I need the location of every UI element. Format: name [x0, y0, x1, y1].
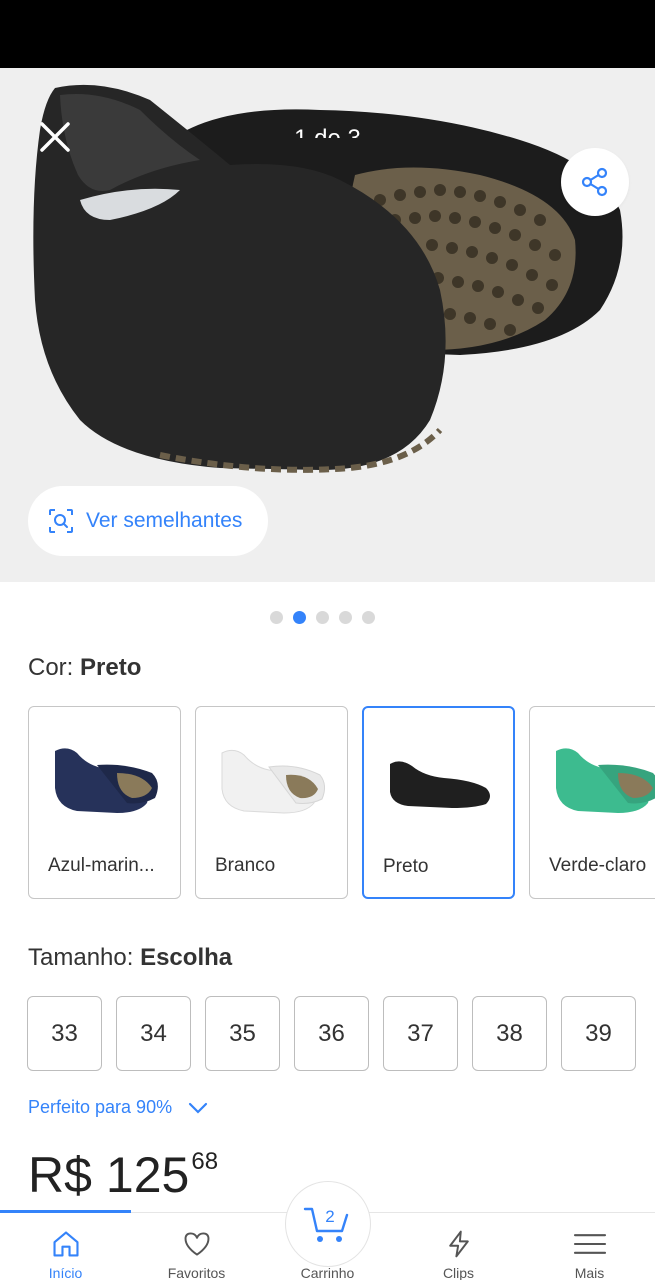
price-currency: R$: [28, 1147, 92, 1203]
tab-inicio[interactable]: Início: [0, 1213, 131, 1280]
size-options: 33 34 35 36 37 38 39: [27, 996, 636, 1071]
cart-icon: 2: [303, 1207, 349, 1242]
color-option-label: Branco: [215, 855, 276, 876]
pagination-dot[interactable]: [362, 611, 375, 624]
menu-icon: [573, 1234, 606, 1254]
color-thumbnail: [556, 748, 655, 813]
size-label-prefix: Tamanho:: [28, 944, 134, 971]
home-icon: [52, 1231, 79, 1257]
tab-mais[interactable]: Mais: [524, 1213, 655, 1280]
price-cents: 68: [191, 1148, 219, 1175]
pagination-dot[interactable]: [316, 611, 329, 624]
similar-products-label: Ver semelhantes: [86, 509, 243, 532]
color-option-label: Preto: [383, 856, 429, 877]
color-thumbnail: [390, 761, 490, 808]
size-option-33[interactable]: 33: [27, 996, 102, 1071]
size-option-39[interactable]: 39: [561, 996, 636, 1071]
fit-info-label: Perfeito para 90%: [28, 1097, 173, 1117]
price-integer: 125: [105, 1147, 190, 1203]
size-option-35[interactable]: 35: [205, 996, 280, 1071]
similar-products-button[interactable]: Ver semelhantes: [28, 486, 269, 556]
selected-size-value: Escolha: [140, 944, 233, 971]
heart-icon: [184, 1232, 209, 1256]
tab-label: Mais: [574, 1265, 605, 1280]
share-button[interactable]: [561, 148, 629, 216]
chevron-down-icon: [188, 1102, 208, 1114]
pagination-dot-active[interactable]: [293, 611, 306, 624]
gallery-pagination: [270, 611, 375, 624]
size-option-37[interactable]: 37: [383, 996, 458, 1071]
color-option-branco[interactable]: Branco: [195, 706, 348, 899]
cart-count: 2: [325, 1207, 334, 1226]
color-option-label: Azul-marin...: [48, 855, 155, 876]
color-option-verde-claro[interactable]: Verde-claro: [529, 706, 655, 899]
color-swatches: Azul-marin... Branco Preto Verde-claro: [28, 706, 655, 899]
tab-favoritos[interactable]: Favoritos: [131, 1213, 262, 1280]
tab-label: Carrinho: [300, 1265, 355, 1280]
tab-label: Favoritos: [167, 1265, 226, 1280]
size-label: Tamanho: Escolha: [28, 944, 232, 972]
size-option-38[interactable]: 38: [472, 996, 547, 1071]
color-label-prefix: Cor:: [28, 654, 74, 681]
visual-search-icon: [49, 509, 73, 533]
color-option-azul-marinho[interactable]: Azul-marin...: [28, 706, 181, 899]
pagination-dot[interactable]: [270, 611, 283, 624]
product-price: R$ 125 68: [28, 1142, 218, 1208]
color-thumbnail: [221, 749, 326, 814]
status-bar: [0, 0, 655, 68]
tab-label: Clips: [442, 1265, 475, 1280]
tab-clips[interactable]: Clips: [393, 1213, 524, 1280]
fit-info-toggle[interactable]: Perfeito para 90%: [28, 1097, 208, 1118]
lightning-icon: [448, 1230, 469, 1258]
size-option-36[interactable]: 36: [294, 996, 369, 1071]
cart-button[interactable]: 2: [285, 1181, 371, 1267]
color-thumbnail: [55, 748, 158, 813]
tab-label: Início: [48, 1265, 83, 1280]
size-option-34[interactable]: 34: [116, 996, 191, 1071]
selected-color-value: Preto: [80, 654, 142, 681]
image-counter: 1 de 3: [0, 122, 655, 138]
color-label: Cor: Preto: [28, 654, 141, 682]
color-option-preto[interactable]: Preto: [362, 706, 515, 899]
pagination-dot[interactable]: [339, 611, 352, 624]
share-icon: [581, 167, 608, 197]
color-option-label: Verde-claro: [549, 855, 647, 876]
